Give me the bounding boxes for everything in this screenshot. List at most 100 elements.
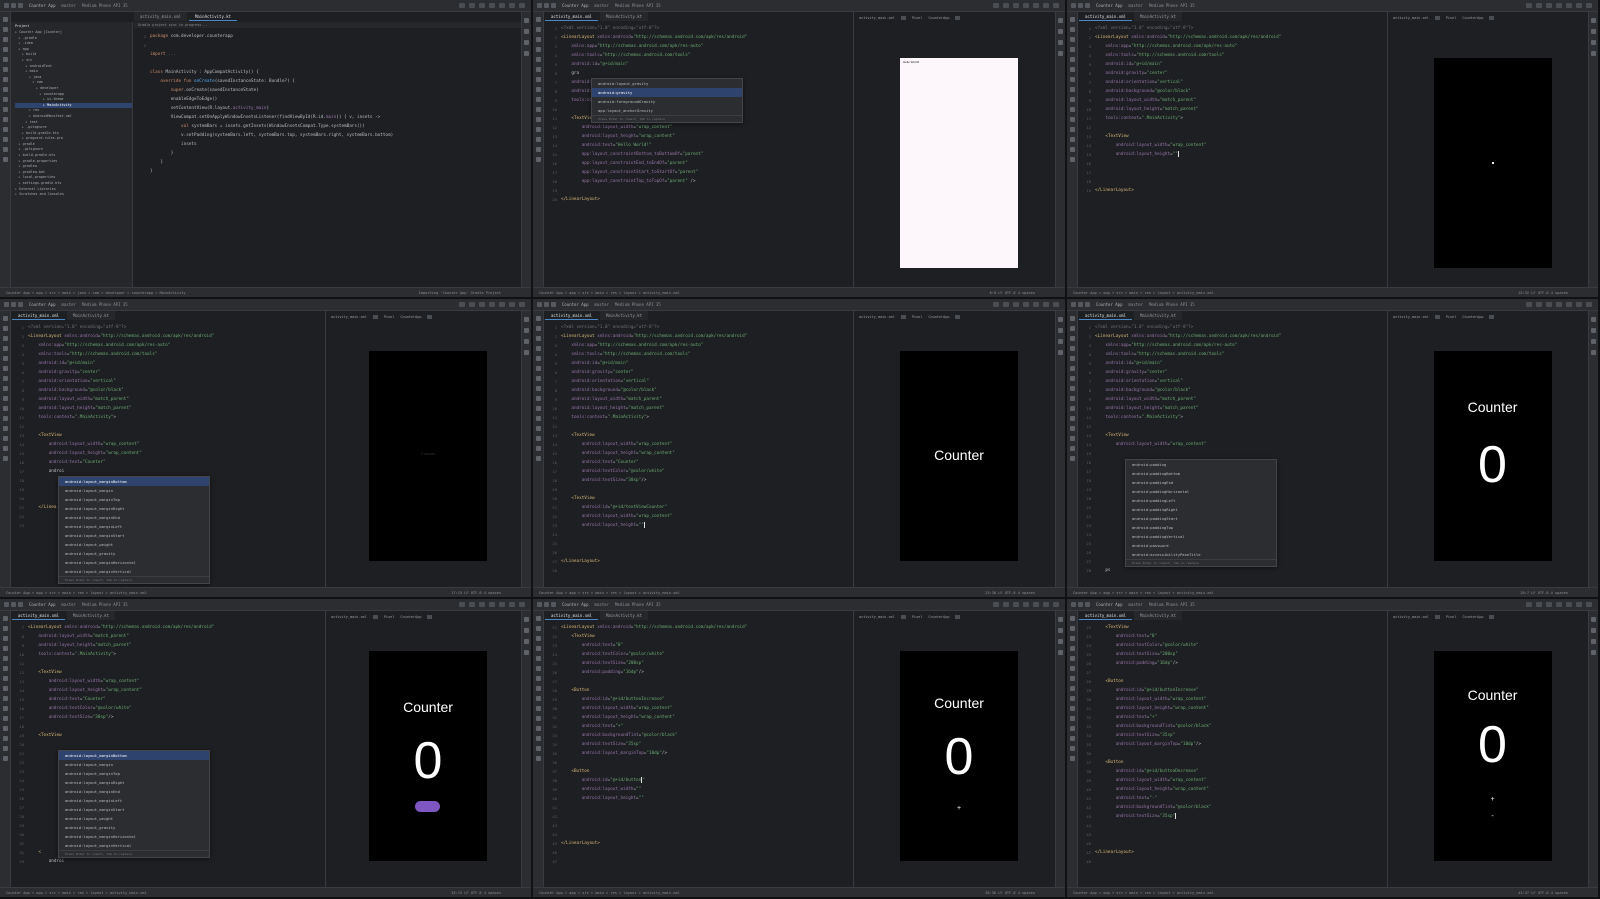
code-editor[interactable]: <LinearLayout xmlns:android="http://sche… — [561, 623, 849, 885]
preview-file-selector[interactable]: activity_main.xml — [859, 16, 895, 20]
project-icon[interactable] — [1069, 316, 1075, 321]
project-name[interactable]: Counter App — [29, 302, 56, 307]
debug-icon[interactable] — [1003, 302, 1009, 307]
autocomplete-item[interactable]: app:layout_anchorGravity — [592, 106, 742, 115]
run-icon[interactable] — [459, 302, 465, 307]
preview-device-selector[interactable]: Pixel — [384, 615, 395, 619]
logcat-icon[interactable] — [535, 127, 541, 132]
main-menu-icon[interactable] — [1071, 3, 1090, 8]
run-config-selector[interactable]: Medium Phone API 35 — [82, 602, 128, 607]
run-icon[interactable] — [459, 602, 465, 607]
autocomplete-item[interactable]: android:paddingTop — [1126, 523, 1276, 532]
build-icon[interactable] — [1069, 416, 1075, 421]
problems-icon[interactable] — [1069, 446, 1075, 451]
more-icon[interactable] — [1069, 47, 1075, 52]
project-tree-header[interactable]: Project — [15, 24, 132, 28]
settings-icon[interactable] — [519, 602, 525, 607]
run-config-selector[interactable]: Medium Phone API 35 — [615, 3, 661, 8]
autocomplete-item[interactable]: android:layout_marginRight — [59, 504, 209, 513]
stop-icon[interactable] — [1013, 602, 1019, 607]
branch-selector[interactable]: master — [595, 602, 609, 607]
project-icon[interactable] — [1069, 616, 1075, 621]
main-menu-icon[interactable] — [4, 302, 23, 307]
autocomplete-item[interactable]: android:layout_margin — [59, 760, 209, 769]
problems-icon[interactable] — [2, 746, 8, 751]
notifications-icon[interactable] — [1058, 317, 1063, 322]
stop-icon[interactable] — [1013, 3, 1019, 8]
breadcrumb[interactable]: Counter App > app > src > main > res > l… — [6, 891, 147, 895]
preview-file-selector[interactable]: activity_main.xml — [859, 315, 895, 319]
zoom-icon[interactable] — [955, 314, 961, 319]
preview-theme-selector[interactable]: CounterApp — [1462, 16, 1483, 20]
editor-tab[interactable]: activity_main.xml — [545, 311, 598, 320]
breadcrumb[interactable]: Counter App > app > src > main > res > l… — [1073, 591, 1214, 595]
structure-icon[interactable] — [2, 37, 8, 42]
commit-icon[interactable] — [1069, 326, 1075, 331]
structure-icon[interactable] — [1069, 636, 1075, 641]
settings-icon[interactable] — [1053, 3, 1059, 8]
main-menu-icon[interactable] — [4, 602, 23, 607]
editor-tab[interactable]: MainActivity.kt — [1133, 12, 1183, 21]
code-editor[interactable]: <?xml version="1.0" encoding="utf-8"?> <L… — [561, 24, 849, 285]
structure-icon[interactable] — [1069, 336, 1075, 341]
editor-tab[interactable]: MainActivity.kt — [1133, 611, 1183, 620]
preview-theme-selector[interactable]: CounterApp — [400, 315, 421, 319]
editor-split-divider[interactable] — [1387, 611, 1388, 887]
problems-icon[interactable] — [2, 446, 8, 451]
branch-selector[interactable]: master — [595, 3, 609, 8]
sync-icon[interactable] — [1556, 3, 1562, 8]
search-icon[interactable] — [1576, 3, 1582, 8]
stop-icon[interactable] — [1546, 302, 1552, 307]
autocomplete-item[interactable]: android:password — [1126, 541, 1276, 550]
more-icon[interactable] — [2, 47, 8, 52]
device-icon[interactable] — [1566, 3, 1572, 8]
autocomplete-item[interactable]: android:layout_marginVertical — [59, 841, 209, 850]
autocomplete-item[interactable]: android:layout_marginHorizontal — [59, 832, 209, 841]
more-icon[interactable] — [1069, 346, 1075, 351]
design-mode-icon[interactable] — [372, 314, 378, 319]
preview-file-selector[interactable]: activity_main.xml — [331, 315, 367, 319]
editor-tab[interactable]: MainActivity.kt — [599, 311, 649, 320]
settings-icon[interactable] — [1586, 302, 1592, 307]
autocomplete-item[interactable]: android:paddingRight — [1126, 505, 1276, 514]
terminal-icon[interactable] — [535, 436, 541, 441]
git-icon[interactable] — [2, 756, 8, 761]
settings-icon[interactable] — [1053, 602, 1059, 607]
emulator-icon[interactable] — [1058, 350, 1063, 355]
zoom-icon[interactable] — [955, 614, 961, 619]
editor-tab[interactable]: MainActivity.kt — [66, 611, 116, 620]
run-icon[interactable] — [1526, 302, 1532, 307]
device-icon[interactable] — [1033, 602, 1039, 607]
preview-decrease-button[interactable]: - — [1434, 813, 1552, 820]
branch-selector[interactable]: master — [62, 302, 76, 307]
project-name[interactable]: Counter App — [29, 602, 56, 607]
structure-icon[interactable] — [535, 636, 541, 641]
design-mode-icon[interactable] — [900, 614, 906, 619]
gradle-icon[interactable] — [1591, 328, 1596, 333]
autocomplete-item[interactable]: android:layout_marginHorizontal — [59, 558, 209, 567]
autocomplete-item[interactable]: android:layout_weight — [59, 814, 209, 823]
logcat-icon[interactable] — [2, 726, 8, 731]
sync-icon[interactable] — [1023, 602, 1029, 607]
breadcrumb[interactable]: Counter App > app > src > main > java > … — [6, 291, 186, 295]
device-manager-icon[interactable] — [524, 339, 529, 344]
cursor-position[interactable]: 6:8 LF UTF-8 4 spaces — [990, 291, 1065, 295]
sync-icon[interactable] — [489, 602, 495, 607]
preview-theme-selector[interactable]: CounterApp — [1462, 315, 1483, 319]
emulator-icon[interactable] — [1591, 51, 1596, 56]
design-mode-icon[interactable] — [900, 314, 906, 319]
autocomplete-popup[interactable]: android:layout_marginBottom android:layou… — [58, 476, 210, 584]
code-editor[interactable]: <TextView android:text="0" android:textC… — [1095, 623, 1383, 885]
stop-icon[interactable] — [1546, 602, 1552, 607]
autocomplete-item[interactable]: android:layout_marginEnd — [59, 513, 209, 522]
gradle-icon[interactable] — [1058, 328, 1063, 333]
autocomplete-item[interactable]: android:layout_marginTop — [59, 495, 209, 504]
notifications-icon[interactable] — [524, 317, 529, 322]
cursor-position[interactable]: 15:32 LF UTF-8 4 spaces — [1518, 291, 1598, 295]
editor-tab[interactable]: activity_main.xml — [545, 12, 598, 21]
autocomplete-popup[interactable]: android:layout_gravity android:gravity and… — [591, 78, 743, 123]
preview-device-selector[interactable]: Pixel — [1446, 615, 1457, 619]
run-icon[interactable] — [1526, 3, 1532, 8]
main-menu-icon[interactable] — [537, 3, 556, 8]
device-icon[interactable] — [1033, 3, 1039, 8]
